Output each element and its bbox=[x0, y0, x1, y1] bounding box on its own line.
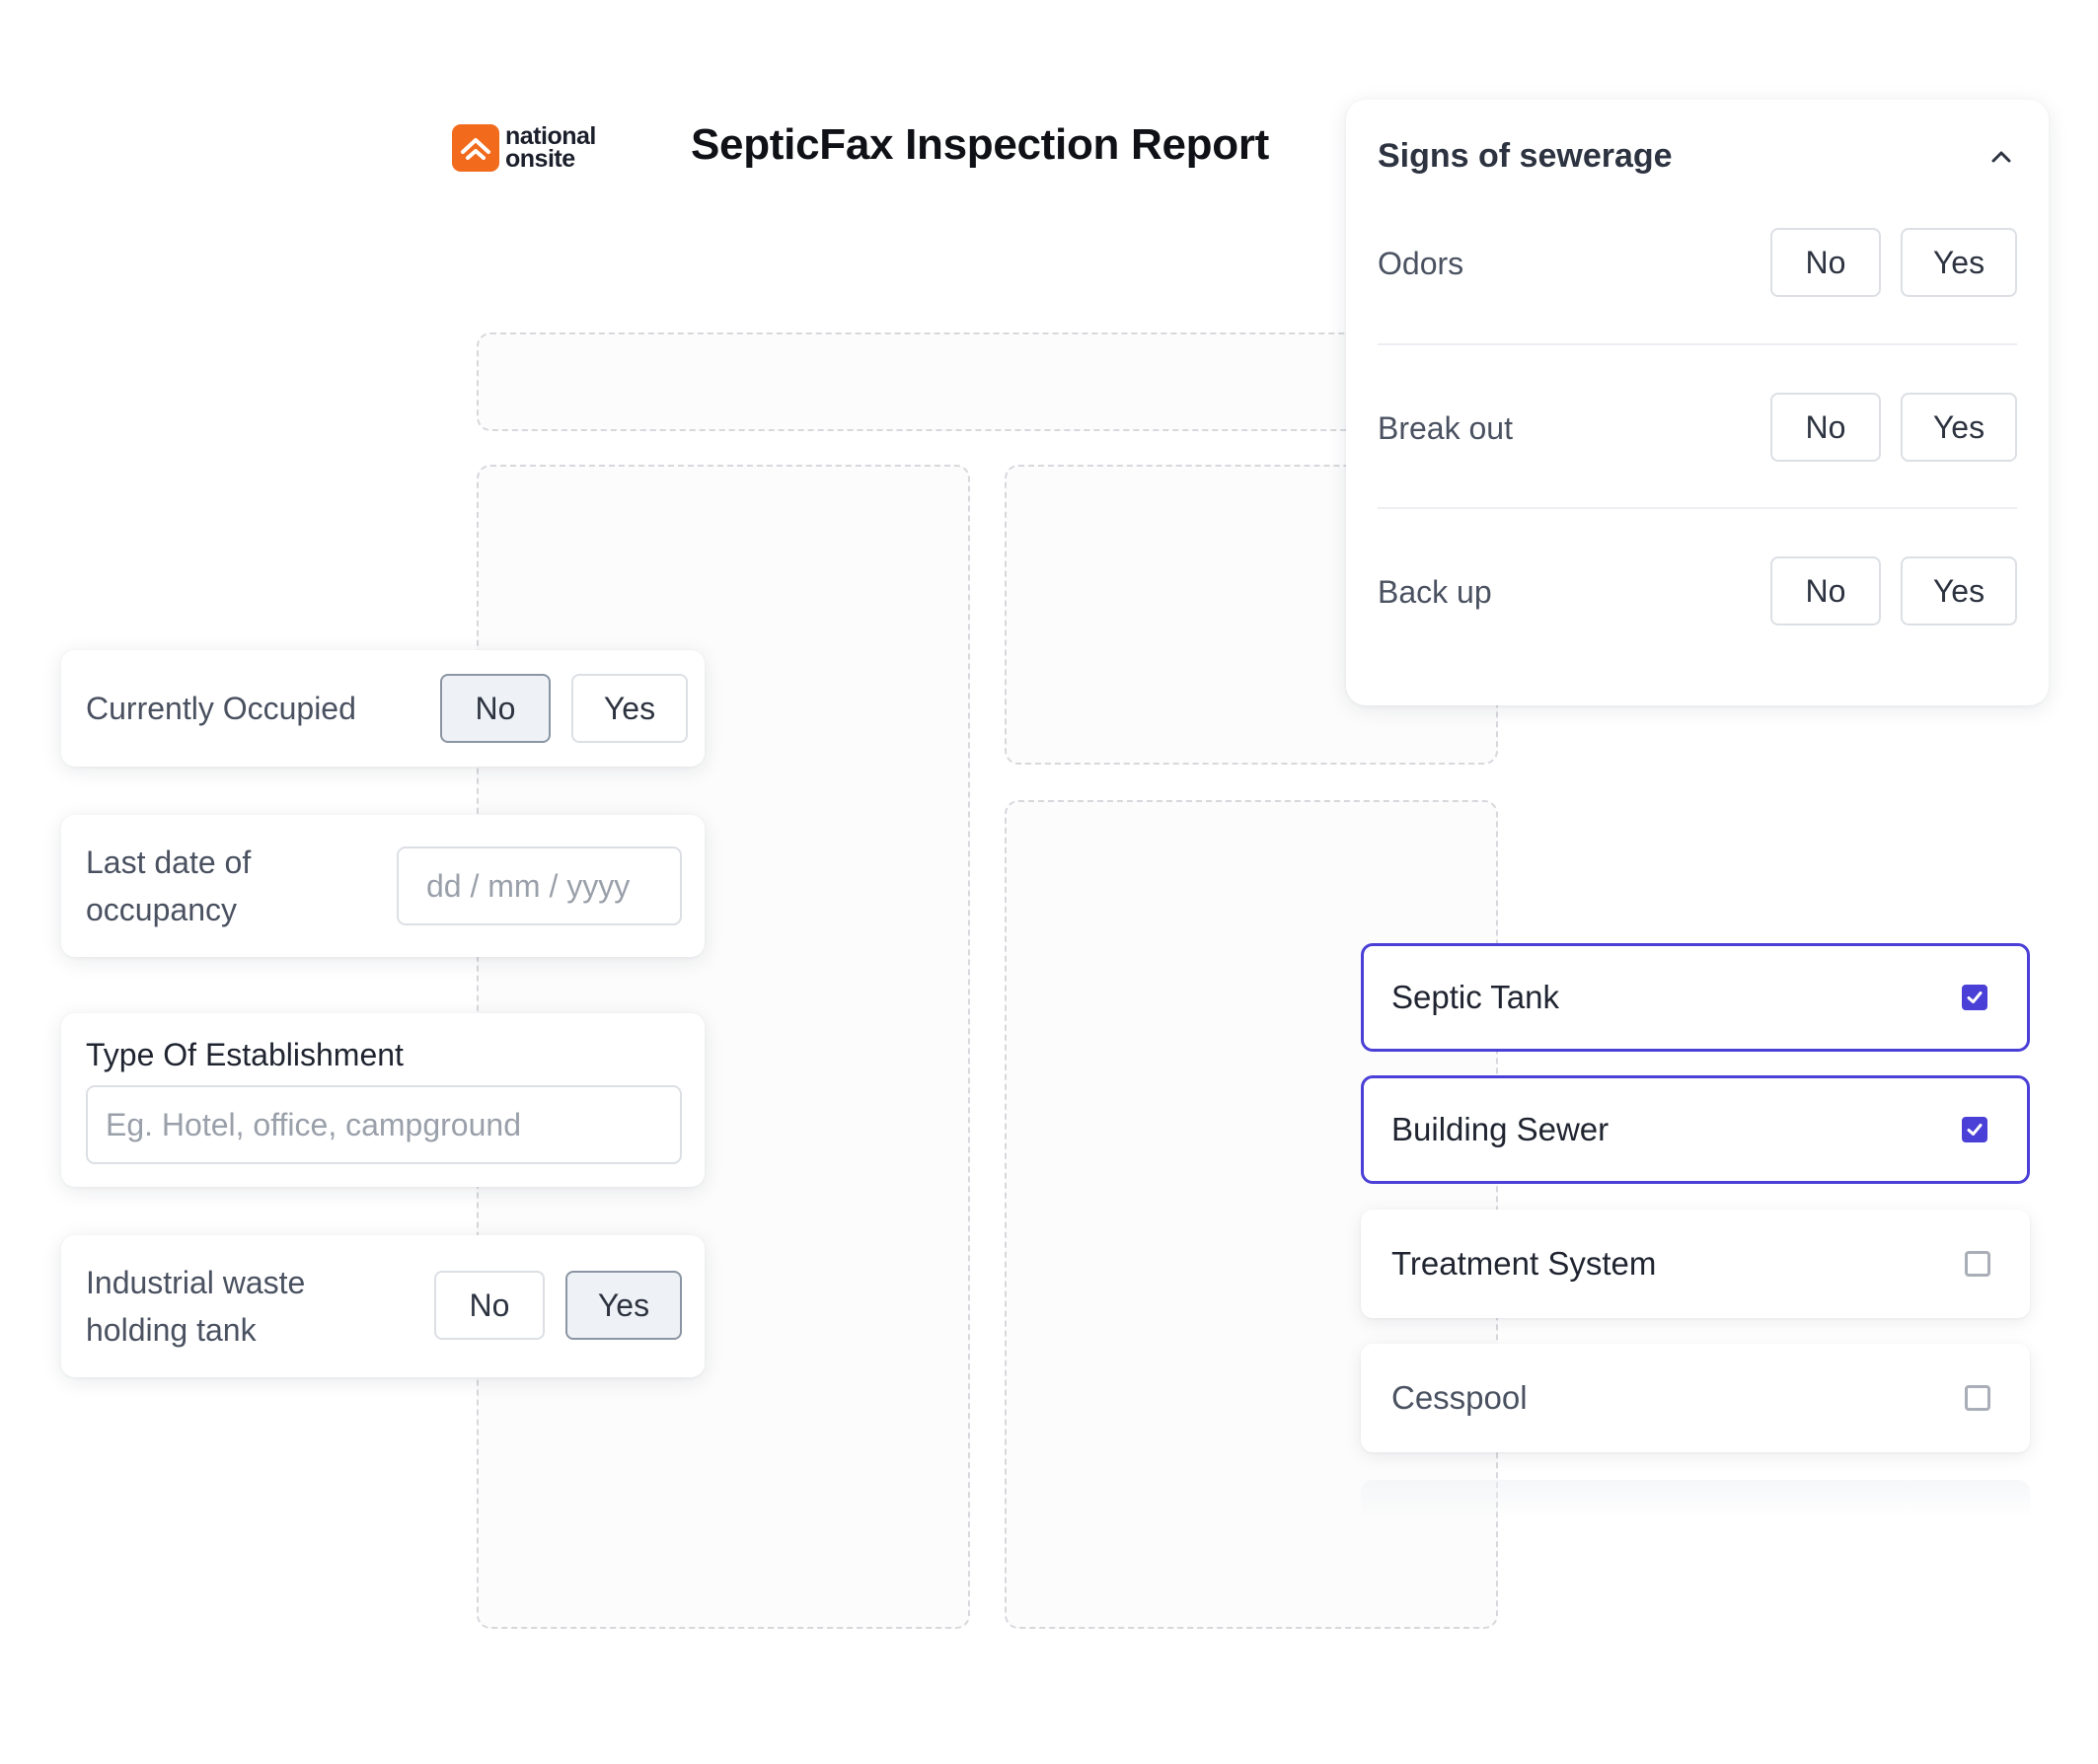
occupied-label: Currently Occupied bbox=[86, 691, 356, 726]
page-title: SepticFax Inspection Report bbox=[691, 120, 1270, 169]
establishment-card: Type Of Establishment Eg. Hotel, office,… bbox=[61, 1013, 705, 1187]
industrial-label-line1: Industrial waste bbox=[86, 1265, 306, 1300]
logo-text-line2: onsite bbox=[505, 145, 575, 173]
break-out-yes-button[interactable]: Yes bbox=[1901, 393, 2017, 462]
odors-yes-button[interactable]: Yes bbox=[1901, 228, 2017, 297]
system-type-septic-tank[interactable]: Septic Tank bbox=[1361, 943, 2030, 1052]
system-type-treatment-system[interactable]: Treatment System bbox=[1361, 1210, 2030, 1318]
industrial-label-line2: holding tank bbox=[86, 1312, 257, 1348]
break-out-no-button[interactable]: No bbox=[1770, 393, 1881, 462]
last-date-card: Last date of occupancy dd / mm / yyyy bbox=[61, 815, 705, 957]
system-type-label: Septic Tank bbox=[1391, 979, 1559, 1015]
establishment-placeholder: Eg. Hotel, office, campground bbox=[106, 1106, 521, 1142]
checkbox-checked-icon[interactable] bbox=[1962, 1117, 1987, 1142]
system-type-label: Cesspool bbox=[1391, 1379, 1528, 1416]
checkbox-checked-icon[interactable] bbox=[1962, 985, 1987, 1010]
odors-no-button[interactable]: No bbox=[1770, 228, 1881, 297]
industrial-waste-card: Industrial waste holding tank No Yes bbox=[61, 1235, 705, 1377]
sewerage-divider bbox=[1378, 507, 2017, 509]
sewerage-panel: Signs of sewerage Odors No Yes Break out… bbox=[1346, 100, 2049, 705]
occupied-no-button[interactable]: No bbox=[440, 674, 551, 743]
occupied-yes-button[interactable]: Yes bbox=[571, 674, 688, 743]
break-out-label: Break out bbox=[1378, 410, 1513, 446]
last-date-placeholder: dd / mm / yyyy bbox=[426, 867, 631, 904]
industrial-yes-button[interactable]: Yes bbox=[565, 1271, 682, 1340]
establishment-input[interactable]: Eg. Hotel, office, campground bbox=[86, 1085, 682, 1164]
logo-mark-icon bbox=[452, 124, 499, 172]
logo-wordmark: national onsite bbox=[505, 124, 596, 173]
back-up-no-button[interactable]: No bbox=[1770, 556, 1881, 625]
system-type-cesspool[interactable]: Cesspool bbox=[1361, 1344, 2030, 1452]
odors-label: Odors bbox=[1378, 246, 1464, 281]
sewerage-divider bbox=[1378, 343, 2017, 345]
occupied-card: Currently Occupied No Yes bbox=[61, 650, 705, 767]
establishment-label: Type Of Establishment bbox=[86, 1037, 404, 1072]
brand-logo: national onsite bbox=[452, 124, 596, 172]
system-type-building-sewer[interactable]: Building Sewer bbox=[1361, 1075, 2030, 1184]
industrial-no-button[interactable]: No bbox=[434, 1271, 545, 1340]
placeholder-top bbox=[477, 332, 1497, 431]
system-type-label: Building Sewer bbox=[1391, 1111, 1610, 1147]
back-up-yes-button[interactable]: Yes bbox=[1901, 556, 2017, 625]
system-type-label: Treatment System bbox=[1391, 1245, 1657, 1282]
checkbox-empty-icon[interactable] bbox=[1965, 1385, 1990, 1411]
chevron-up-icon[interactable] bbox=[1986, 141, 2017, 173]
checkbox-empty-icon[interactable] bbox=[1965, 1251, 1990, 1277]
last-date-label-line1: Last date of bbox=[86, 845, 252, 880]
sewerage-panel-title: Signs of sewerage bbox=[1378, 137, 1673, 175]
back-up-label: Back up bbox=[1378, 574, 1492, 610]
list-fade-item bbox=[1361, 1480, 2030, 1519]
last-date-label-line2: occupancy bbox=[86, 892, 237, 927]
last-date-input[interactable]: dd / mm / yyyy bbox=[397, 846, 682, 925]
